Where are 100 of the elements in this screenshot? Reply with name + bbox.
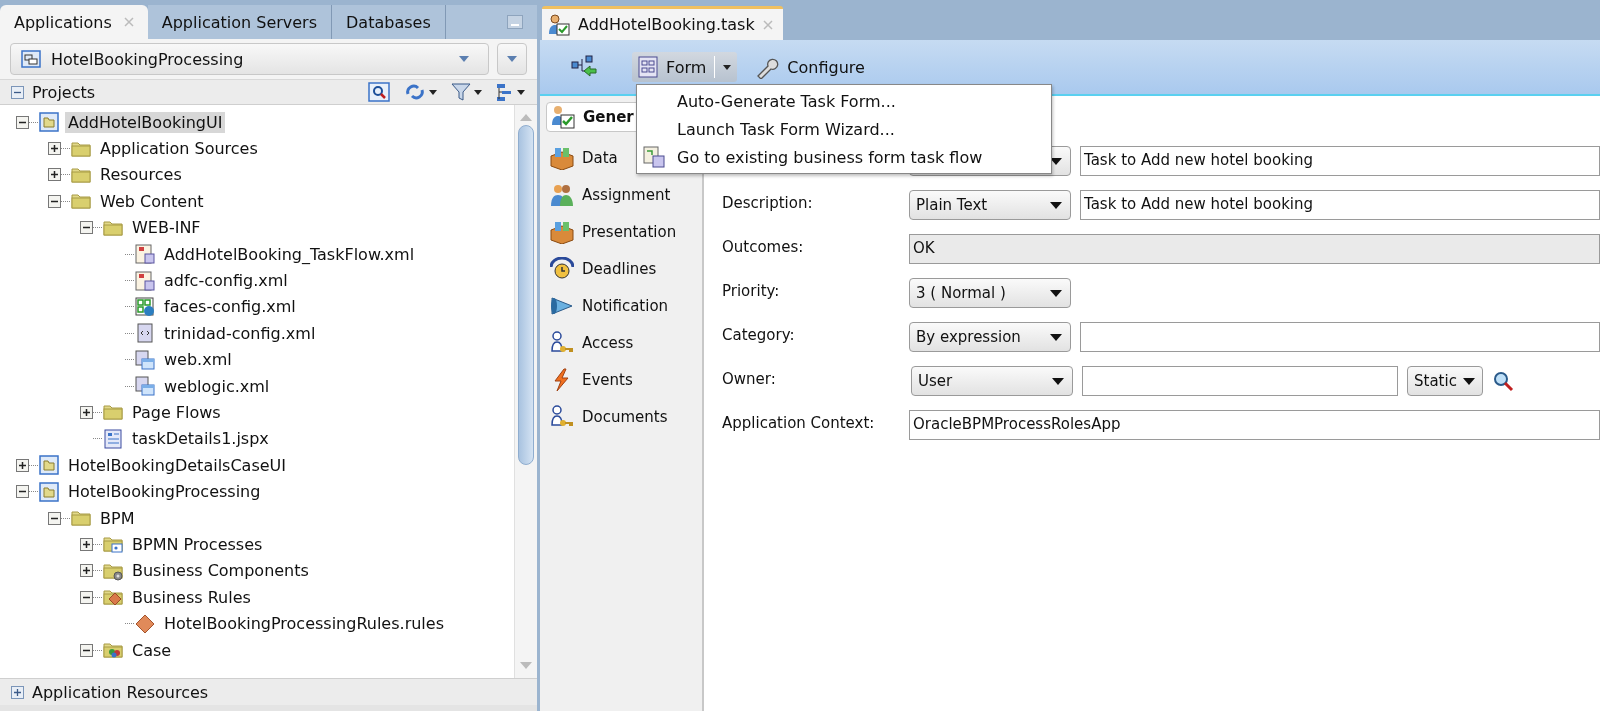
text-field[interactable]: OracleBPMProcessRolesApp [909,410,1600,440]
caret-icon [1050,157,1062,165]
tree-item[interactable]: faces-config.xml [161,296,299,318]
field-label: Owner: [722,369,777,388]
folder-icon [103,534,123,555]
tree-item[interactable]: weblogic.xml [161,375,273,397]
flow-icon[interactable] [570,54,598,80]
expand-icon[interactable] [48,142,61,156]
nav-item[interactable]: Events [546,361,702,398]
collapse-icon[interactable] [80,643,93,657]
xml-file-icon [135,323,155,344]
folder-icon [71,191,91,212]
dropdown[interactable]: Static [1407,366,1483,396]
scroll-down-icon [520,662,532,670]
dropdown[interactable]: User [911,366,1073,396]
expand-icon[interactable] [16,458,29,472]
document-icon [103,428,123,449]
grid-icon [638,56,658,78]
dropdown[interactable]: Plain Text [909,190,1071,220]
dropdown-button[interactable] [497,43,527,75]
menu-item[interactable]: Go to existing business form task flow [637,143,1051,171]
text-field[interactable]: Task to Add new hotel booking [1080,190,1600,220]
collapse-icon[interactable] [11,85,24,99]
tree-item[interactable]: AddHotelBookingUI [65,111,226,133]
panel-tab[interactable]: Applications [0,5,148,39]
tree-item[interactable]: Resources [97,164,185,186]
collapse-icon[interactable] [16,115,29,129]
panel-tab[interactable]: Databases [332,5,446,39]
user-key-icon [550,330,574,355]
filter-icon[interactable] [451,82,471,102]
caret-icon [1050,289,1062,297]
tree-item[interactable]: Page Flows [129,402,224,423]
expand-icon[interactable] [80,406,93,419]
tree-item[interactable]: trinidad-config.xml [161,322,319,344]
sync-icon[interactable] [404,82,426,102]
nav-item[interactable]: Presentation [546,213,702,250]
collapse-icon[interactable] [16,485,29,499]
tree-item[interactable]: HotelBookingProcessingRules.rules [161,613,447,635]
diamond-icon [135,613,155,634]
tree-item[interactable]: BPMN Processes [129,533,266,555]
boxes-icon [550,145,574,170]
tree-item[interactable]: Web Content [97,190,207,212]
tree-item[interactable]: Case [129,639,175,661]
nav-item[interactable]: Notification [546,287,702,324]
tree-item[interactable]: Application Sources [97,138,261,160]
caret-icon [458,55,470,63]
hierarchy-icon[interactable] [496,82,514,102]
collapse-icon[interactable] [80,221,93,235]
clock-icon [550,256,574,281]
tree-item[interactable]: AddHotelBooking_TaskFlow.xml [161,243,418,265]
tree-item[interactable]: adfc-config.xml [161,270,291,292]
expand-icon[interactable] [80,564,93,578]
configure-button[interactable]: Configure [749,52,871,82]
dropdown[interactable]: 3 ( Normal ) [909,278,1071,308]
scroll-thumb[interactable] [518,125,534,465]
scroll-up-icon [520,113,532,121]
caret-icon [1462,377,1475,385]
tree-item[interactable]: HotelBookingDetailsCaseUI [65,454,289,476]
user-key-icon [550,404,574,429]
collapse-icon[interactable] [48,511,61,525]
close-icon [762,19,773,30]
field-label: Application Context: [722,413,876,432]
text-field[interactable] [1080,322,1600,352]
form-button[interactable]: Form [632,52,738,82]
nav-item[interactable]: Deadlines [546,250,702,287]
document-icon [135,296,155,317]
caret-icon [506,55,518,63]
collapse-icon[interactable] [48,194,61,208]
tree-item[interactable]: Business Components [129,560,312,582]
text-field[interactable]: Task to Add new hotel booking [1080,146,1600,176]
expand-icon[interactable] [11,685,24,699]
text-field[interactable] [1082,366,1398,396]
search-icon[interactable] [1492,370,1514,392]
flow-document-icon [643,146,665,168]
collapse-icon[interactable] [80,590,93,604]
scrollbar[interactable] [514,105,537,678]
nav-item[interactable]: Documents [546,398,702,435]
tree-item[interactable]: WEB-INF [129,217,204,239]
text-field[interactable]: OK [909,234,1600,264]
task-icon [548,13,570,36]
panel-tab[interactable]: Application Servers [147,5,333,39]
nav-item[interactable]: Access [546,324,702,361]
expand-icon[interactable] [48,168,61,182]
tree-item[interactable]: Business Rules [129,586,254,608]
search-icon[interactable] [368,82,390,102]
tree-item[interactable]: HotelBookingProcessing [65,481,264,503]
application-dropdown[interactable]: HotelBookingProcessing [10,43,489,75]
project-icon [39,481,59,502]
expand-icon[interactable] [80,537,93,551]
nav-item[interactable]: Assignment [546,176,702,213]
field-label: Priority: [722,281,781,300]
field-label: Category: [722,325,796,344]
tree-item[interactable]: taskDetails1.jspx [129,428,272,450]
tree-item[interactable]: web.xml [161,349,235,371]
folder-icon [103,640,123,660]
application-icon [21,50,41,68]
dropdown[interactable]: By expression [909,322,1071,352]
tree-item[interactable]: BPM [97,507,138,529]
editor-tab[interactable]: AddHotelBooking.task [542,6,783,40]
minimize-icon[interactable] [507,15,523,29]
